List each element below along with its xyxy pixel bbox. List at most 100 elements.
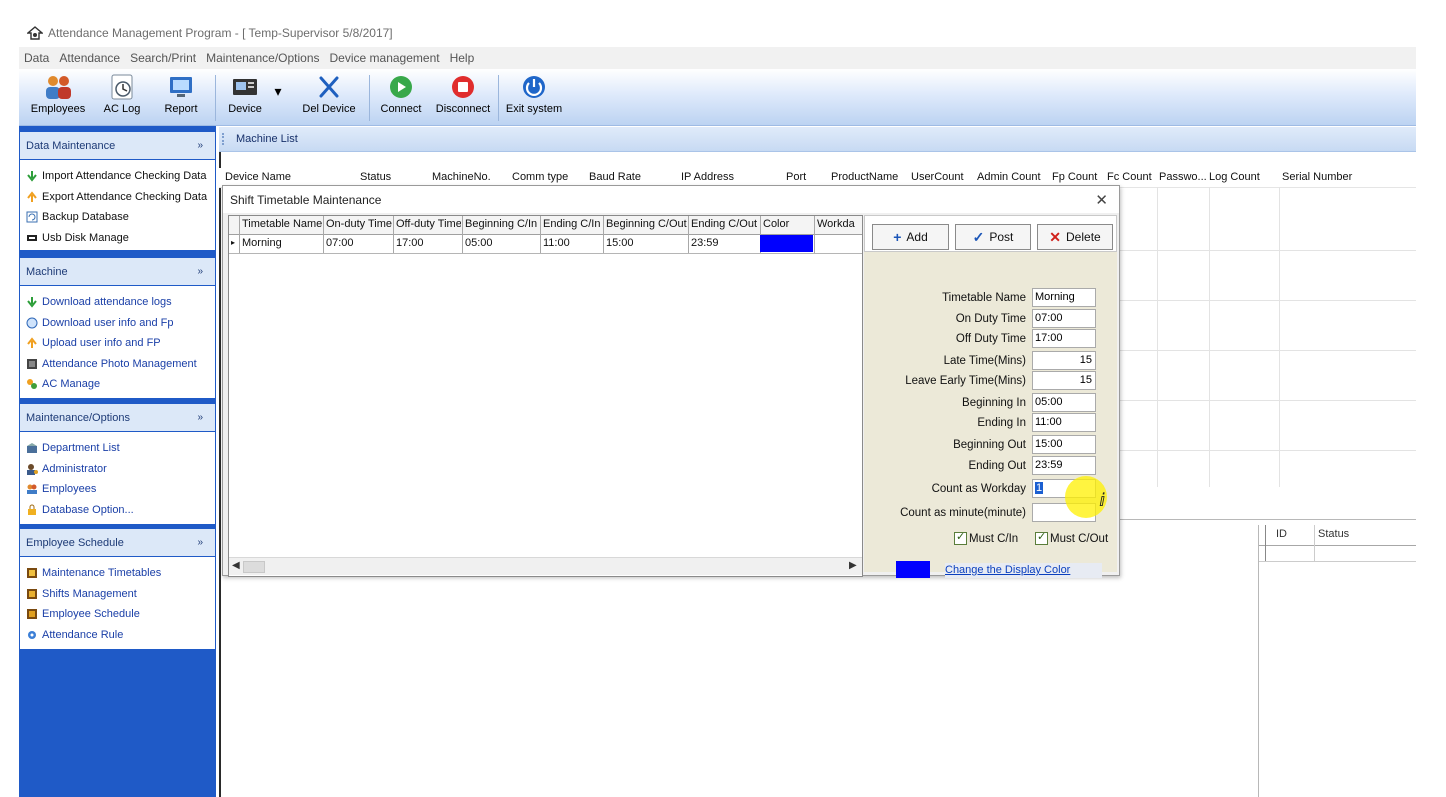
horizontal-scrollbar[interactable]: ◀ ▶ bbox=[229, 557, 862, 575]
must-cout-checkbox[interactable]: Must C/Out bbox=[1035, 530, 1109, 545]
group-body-maintenance-options: Department List Administrator Employees … bbox=[20, 432, 215, 524]
column-header[interactable]: Log Count bbox=[1209, 171, 1260, 183]
table-cell[interactable]: 07:00 bbox=[326, 237, 392, 249]
menu-maintenance-options[interactable]: Maintenance/Options bbox=[201, 51, 324, 65]
table-cell[interactable]: 11:00 bbox=[543, 237, 602, 249]
nav-item-shifts-management[interactable]: Shifts Management bbox=[20, 584, 215, 605]
post-button[interactable]: ✓ Post bbox=[955, 224, 1031, 250]
column-header[interactable]: Ending C/Out bbox=[691, 218, 759, 230]
dialog-title-bar[interactable]: Shift Timetable Maintenance ✕ bbox=[223, 186, 1119, 213]
delete-button[interactable]: ✕ Delete bbox=[1037, 224, 1113, 250]
menu-attendance[interactable]: Attendance bbox=[54, 51, 125, 65]
menu-help[interactable]: Help bbox=[445, 51, 480, 65]
nav-item-administrator[interactable]: Administrator bbox=[20, 459, 215, 480]
nav-item-upload-user-info[interactable]: Upload user info and FP bbox=[20, 333, 215, 354]
nav-item-usb-disk-manage[interactable]: Usb Disk Manage bbox=[20, 228, 215, 249]
ending-in-input[interactable]: 11:00 bbox=[1032, 413, 1096, 432]
column-header[interactable]: UserCount bbox=[911, 171, 964, 183]
table-cell[interactable]: 23:59 bbox=[691, 237, 759, 249]
column-header[interactable]: Color bbox=[763, 218, 813, 230]
column-header[interactable]: ID bbox=[1276, 528, 1287, 540]
nav-item-database-option[interactable]: Database Option... bbox=[20, 500, 215, 521]
nav-item-employees[interactable]: Employees bbox=[20, 479, 215, 500]
nav-item-export-attendance[interactable]: Export Attendance Checking Data bbox=[20, 187, 215, 208]
collapse-icon[interactable]: » bbox=[197, 140, 215, 151]
beginning-in-input[interactable]: 05:00 bbox=[1032, 393, 1096, 412]
column-header[interactable]: Fc Count bbox=[1107, 171, 1152, 183]
off-duty-time-input[interactable]: 17:00 bbox=[1032, 329, 1096, 348]
leave-early-time-input[interactable]: 15 bbox=[1032, 371, 1096, 390]
employees-button[interactable]: Employees bbox=[29, 73, 87, 115]
nav-item-download-attendance-logs[interactable]: Download attendance logs bbox=[20, 292, 215, 313]
nav-item-employee-schedule[interactable]: Employee Schedule bbox=[20, 604, 215, 625]
column-header[interactable]: Fp Count bbox=[1052, 171, 1097, 183]
color-cell[interactable] bbox=[760, 235, 813, 252]
nav-item-import-attendance[interactable]: Import Attendance Checking Data bbox=[20, 166, 215, 187]
column-header[interactable]: Serial Number bbox=[1282, 171, 1352, 183]
group-header-data-maintenance[interactable]: Data Maintenance » bbox=[20, 132, 215, 159]
nav-item-download-user-info[interactable]: Download user info and Fp bbox=[20, 313, 215, 334]
column-header[interactable]: Device Name bbox=[225, 171, 291, 183]
column-header[interactable]: Off-duty Time bbox=[396, 218, 461, 230]
scrollbar-thumb[interactable] bbox=[243, 561, 265, 573]
device-dropdown-arrow[interactable]: ▾ bbox=[271, 83, 285, 100]
column-header[interactable]: IP Address bbox=[681, 171, 734, 183]
column-header[interactable]: Status bbox=[1318, 528, 1349, 540]
column-header[interactable]: On-duty Time bbox=[326, 218, 392, 230]
group-header-machine[interactable]: Machine » bbox=[20, 258, 215, 285]
beginning-out-input[interactable]: 15:00 bbox=[1032, 435, 1096, 454]
column-header[interactable]: MachineNo. bbox=[432, 171, 491, 183]
collapse-icon[interactable]: » bbox=[197, 266, 215, 277]
column-header[interactable]: Workda bbox=[817, 218, 861, 230]
device-button[interactable]: Device bbox=[223, 73, 267, 115]
ac-log-button[interactable]: AC Log bbox=[97, 73, 147, 115]
report-button[interactable]: Report bbox=[159, 73, 203, 115]
column-header[interactable]: Comm type bbox=[512, 171, 568, 183]
table-cell[interactable]: 05:00 bbox=[465, 237, 539, 249]
add-button[interactable]: + Add bbox=[872, 224, 949, 250]
collapse-icon[interactable]: » bbox=[197, 537, 215, 548]
nav-item-attendance-photo-management[interactable]: Attendance Photo Management bbox=[20, 354, 215, 375]
splitter-line[interactable] bbox=[1119, 519, 1416, 520]
nav-item-ac-manage[interactable]: AC Manage bbox=[20, 374, 215, 395]
connect-button[interactable]: Connect bbox=[377, 73, 425, 115]
nav-item-maintenance-timetables[interactable]: Maintenance Timetables bbox=[20, 563, 215, 584]
group-header-employee-schedule[interactable]: Employee Schedule » bbox=[20, 529, 215, 556]
column-header[interactable]: Admin Count bbox=[977, 171, 1041, 183]
menu-search-print[interactable]: Search/Print bbox=[125, 51, 201, 65]
menu-data[interactable]: Data bbox=[19, 51, 54, 65]
scroll-right-icon[interactable]: ▶ bbox=[849, 560, 857, 571]
close-icon[interactable]: ✕ bbox=[1095, 191, 1108, 209]
ending-out-input[interactable]: 23:59 bbox=[1032, 456, 1096, 475]
column-header[interactable]: Baud Rate bbox=[589, 171, 641, 183]
table-cell[interactable]: 15:00 bbox=[606, 237, 687, 249]
nav-item-attendance-rule[interactable]: Attendance Rule bbox=[20, 625, 215, 646]
column-header[interactable]: Timetable Name bbox=[242, 218, 322, 230]
change-display-color-link[interactable]: Change the Display Color bbox=[945, 563, 1102, 578]
column-header[interactable]: Beginning C/In bbox=[465, 218, 539, 230]
column-header[interactable]: Status bbox=[360, 171, 391, 183]
collapse-icon[interactable]: » bbox=[197, 412, 215, 423]
on-duty-time-input[interactable]: 07:00 bbox=[1032, 309, 1096, 328]
nav-item-department-list[interactable]: Department List bbox=[20, 438, 215, 459]
must-cout-label: Must C/Out bbox=[1050, 532, 1109, 545]
must-cin-checkbox[interactable]: Must C/In bbox=[954, 530, 1018, 545]
column-header[interactable]: Ending C/In bbox=[543, 218, 602, 230]
menu-device-management[interactable]: Device management bbox=[325, 51, 445, 65]
exit-system-button[interactable]: Exit system bbox=[505, 73, 563, 115]
grip-handle[interactable] bbox=[222, 133, 230, 145]
scroll-left-icon[interactable]: ◀ bbox=[232, 560, 240, 571]
group-title: Machine bbox=[26, 265, 68, 278]
del-device-button[interactable]: Del Device bbox=[299, 73, 359, 115]
column-header[interactable]: ProductName bbox=[831, 171, 898, 183]
column-header[interactable]: Beginning C/Out bbox=[606, 218, 687, 230]
table-cell[interactable]: Morning bbox=[242, 237, 322, 249]
column-header[interactable]: Passwo... bbox=[1159, 171, 1207, 183]
late-time-input[interactable]: 15 bbox=[1032, 351, 1096, 370]
nav-item-backup-database[interactable]: Backup Database bbox=[20, 207, 215, 228]
column-header[interactable]: Port bbox=[786, 171, 806, 183]
disconnect-button[interactable]: Disconnect bbox=[433, 73, 493, 115]
group-header-maintenance-options[interactable]: Maintenance/Options » bbox=[20, 404, 215, 431]
table-cell[interactable]: 17:00 bbox=[396, 237, 461, 249]
timetable-name-input[interactable]: Morning bbox=[1032, 288, 1096, 307]
